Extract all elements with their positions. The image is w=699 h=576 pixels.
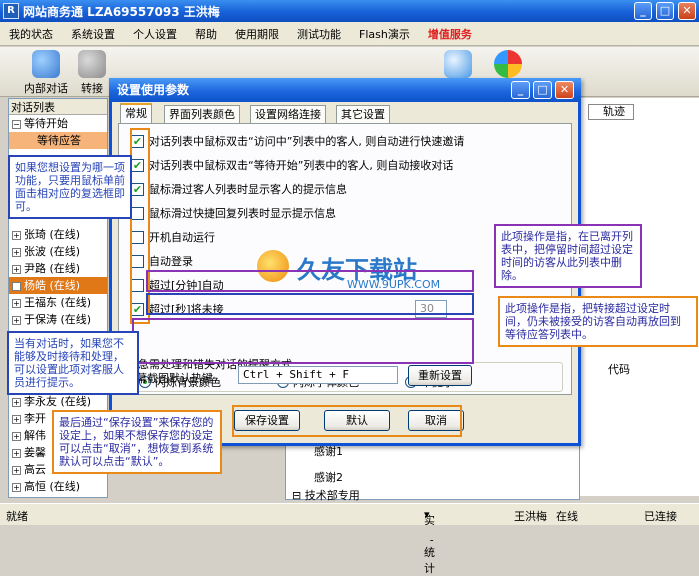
reset-button[interactable]: 重新设置 <box>408 365 472 386</box>
chat-list-header: 对话列表 <box>9 99 107 115</box>
bottom-strip <box>0 525 699 540</box>
internal-chat-label: 内部对话 <box>24 82 68 95</box>
dialog-maximize-icon[interactable]: □ <box>533 81 552 99</box>
dialog-close-icon[interactable]: ✕ <box>555 81 574 99</box>
list-item[interactable]: + 李永友 (在线) <box>9 393 107 410</box>
expand-icon[interactable]: + <box>12 281 21 291</box>
menu-bar: 我的状态 系统设置 个人设置 帮助 使用期限 测试功能 Flash演示 增值服务 <box>0 22 699 46</box>
tab-other[interactable]: 其它设置 <box>336 105 390 123</box>
list-item[interactable]: + 张波 (在线) <box>9 243 107 260</box>
status-text: 就绪 <box>6 510 28 523</box>
option-hover-guest-tip[interactable]: ✔ 鼠标滑过客人列表时显示客人的提示信息 <box>131 181 347 197</box>
menu-my-status[interactable]: 我的状态 <box>0 26 62 42</box>
tab-general[interactable]: 常规 <box>120 103 152 124</box>
dialog-title-bar: 设置使用参数 _ □ ✕ <box>109 78 581 102</box>
menu-help[interactable]: 帮助 <box>186 26 226 42</box>
menu-flash-demo[interactable]: Flash演示 <box>350 26 419 42</box>
status-connection: 已连接 <box>644 510 677 523</box>
app-logo-icon: R <box>3 3 19 19</box>
maximize-icon[interactable]: □ <box>656 2 674 20</box>
reminder-highlight-frame <box>132 318 474 364</box>
color-wheel-icon <box>494 50 522 78</box>
chat-users-icon <box>32 50 60 78</box>
dialog-minimize-icon[interactable]: _ <box>511 81 530 99</box>
list-item[interactable]: + 尹路 (在线) <box>9 260 107 277</box>
transfer-icon <box>78 50 106 78</box>
expand-icon[interactable]: + <box>12 315 21 325</box>
seconds-highlight-frame <box>146 293 474 315</box>
status-user: 王洪梅 <box>514 510 547 523</box>
toolbar-ie-button[interactable] <box>430 50 486 80</box>
expand-icon[interactable]: + <box>12 230 21 240</box>
dialog-title: 设置使用参数 <box>117 83 190 97</box>
tab-list-colors[interactable]: 界面列表颜色 <box>164 105 240 123</box>
list-item[interactable]: + 张琦 (在线) <box>9 226 107 243</box>
expand-icon[interactable]: + <box>12 482 21 492</box>
tab-network[interactable]: 设置网络连接 <box>250 105 326 123</box>
status-online[interactable]: 在线 <box>556 508 578 524</box>
menu-personal-settings[interactable]: 个人设置 <box>124 26 186 42</box>
collapse-icon[interactable]: − <box>12 119 21 129</box>
quick-reply-group[interactable]: ⊟ 技术部专用 <box>292 487 360 503</box>
tree-waiting-start[interactable]: − 等待开始 <box>9 115 107 132</box>
expand-icon[interactable]: + <box>12 298 21 308</box>
browser-icon <box>444 50 472 78</box>
quick-reply-list: 感谢1 感谢2 ⊟ 技术部专用 <box>285 440 580 503</box>
menu-system-settings[interactable]: 系统设置 <box>62 26 124 42</box>
hotkey-label: 幕截图默认热键 <box>136 372 213 385</box>
tab-code[interactable]: 代码 <box>590 362 650 378</box>
toolbar-color-button[interactable] <box>480 50 536 80</box>
tab-track[interactable]: 轨迹 <box>588 104 634 120</box>
main-title-bar: R 网站商务通 LZA69557093 王洪梅 _ □ ✕ <box>0 0 699 22</box>
callout-busy-tip: 当有对话时，如果您不能够及时接待和处理，可以设置此项对客服人员进行提示。 <box>7 331 139 395</box>
hotkey-input[interactable]: Ctrl + Shift + F <box>238 366 398 384</box>
stats-dropdown[interactable]: 实时统计 ▾ <box>424 508 435 575</box>
menu-test-function[interactable]: 测试功能 <box>288 26 350 42</box>
list-item[interactable]: + 王福东 (在线) <box>9 294 107 311</box>
expand-icon[interactable]: + <box>12 465 21 475</box>
chat-list-rows: + 张琦 (在线) + 张波 (在线) + 尹路 (在线) + 杨皓 (在线) + 王福东… <box>9 226 107 328</box>
minutes-highlight-frame <box>146 270 474 292</box>
expand-icon[interactable]: + <box>12 414 21 424</box>
option-dblclick-accept[interactable]: ✔ 对话列表中鼠标双击“等待开始”列表中的客人, 则自动接收对话 <box>131 157 453 173</box>
callout-seconds-tip: 此项操作是指，把转接超过设定时间，仍未被接受的访客自动再放回到等待应答列表中。 <box>498 296 698 347</box>
minimize-icon[interactable]: _ <box>634 2 652 20</box>
list-item[interactable]: + 杨皓 (在线) <box>9 277 107 294</box>
callout-minutes-tip: 此项操作是指，在已离开列表中，把停留时间超过设定时间的访客从此列表中删除。 <box>494 224 642 288</box>
list-item[interactable]: + 于保涛 (在线) <box>9 311 107 328</box>
option-hover-reply-tip[interactable]: 鼠标滑过快捷回复列表时显示提示信息 <box>131 205 336 221</box>
expand-icon[interactable]: + <box>12 247 21 257</box>
callout-save-tip: 最后通过“保存设置”来保存您的设定上，如果不想保存您的设定可以点击“取消”，想恢… <box>52 410 222 474</box>
transfer-label: 转接 <box>81 82 103 95</box>
expand-icon[interactable]: + <box>12 448 21 458</box>
close-icon[interactable]: ✕ <box>678 2 696 20</box>
main-window-title: 网站商务通 LZA69557093 王洪梅 <box>23 4 220 19</box>
expand-icon[interactable]: + <box>12 264 21 274</box>
menu-usage-period[interactable]: 使用期限 <box>226 26 288 42</box>
tree-waiting-reply[interactable]: 等待应答 <box>9 132 107 149</box>
expand-icon[interactable]: + <box>12 397 21 407</box>
menu-vip-services[interactable]: 增值服务 <box>419 26 481 42</box>
list-item[interactable]: + 高恒 (在线) <box>9 478 107 495</box>
option-dblclick-invite[interactable]: ✔ 对话列表中鼠标双击“访问中”列表中的客人, 则自动进行快速邀请 <box>131 133 464 149</box>
expand-icon[interactable]: + <box>12 431 21 441</box>
quick-reply-item[interactable]: 感谢2 <box>314 469 343 485</box>
buttons-highlight-frame <box>232 405 462 437</box>
callout-checkbox-tip: 如果您想设置为哪一项功能，只要用鼠标单前面击相对应的复选框即可。 <box>8 155 132 219</box>
status-bar: 就绪 实时统计 ▾ 王洪梅 在线 已连接 <box>0 503 699 575</box>
